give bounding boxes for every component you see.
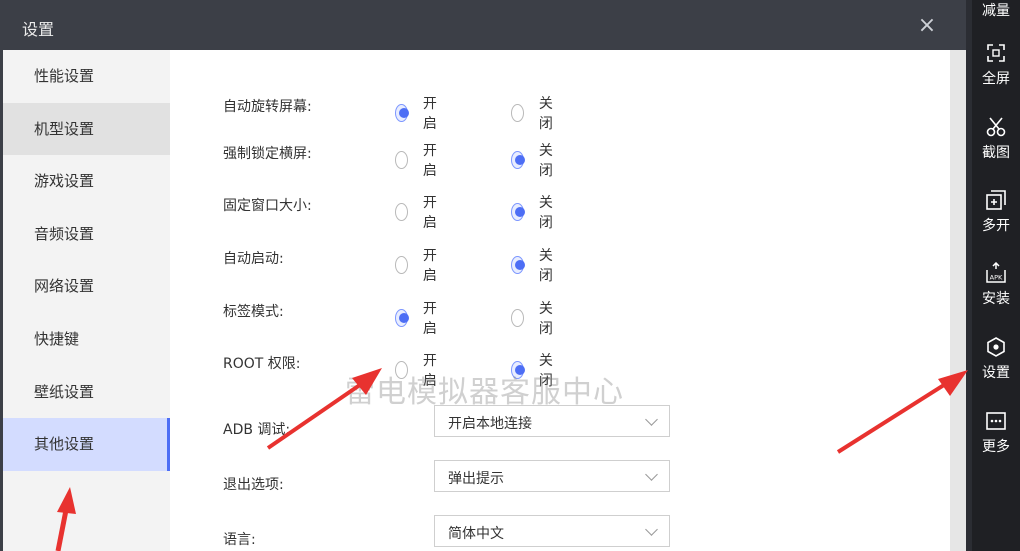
adb-debug-select[interactable]: 开启本地连接 bbox=[434, 405, 670, 437]
radio-off-circle[interactable] bbox=[511, 151, 525, 169]
radio-on[interactable]: 开启 bbox=[395, 298, 442, 338]
radio-off[interactable]: 关闭 bbox=[511, 93, 558, 133]
radio-on-label: 开启 bbox=[422, 96, 437, 132]
radio-on-label: 开启 bbox=[422, 301, 437, 337]
radio-off-label: 关闭 bbox=[538, 301, 553, 337]
sidebar-item-wallpaper[interactable]: 壁纸设置 bbox=[3, 366, 170, 419]
toolbar-volume-down[interactable]: 减量 bbox=[972, 0, 1020, 20]
sidebar-item-other[interactable]: 其他设置 bbox=[3, 418, 170, 471]
settings-dialog: 设置 × 性能设置 机型设置 游戏设置 音频设置 网络设置 快捷键 壁纸设置 其… bbox=[0, 0, 966, 551]
setting-label: 自动启动: bbox=[223, 251, 284, 267]
radio-on-circle[interactable] bbox=[395, 309, 409, 327]
chevron-down-icon bbox=[645, 468, 658, 481]
sidebar-item-audio[interactable]: 音频设置 bbox=[3, 208, 170, 261]
radio-off-circle[interactable] bbox=[511, 309, 524, 327]
radio-on-label: 开启 bbox=[422, 248, 437, 284]
toolbar-label: 减量 bbox=[982, 3, 1010, 19]
radio-on-label: 开启 bbox=[422, 195, 437, 231]
toolbar-more[interactable]: 更多 bbox=[972, 410, 1020, 456]
setting-label: 自动旋转屏幕: bbox=[223, 99, 312, 115]
sidebar-item-device-model[interactable]: 机型设置 bbox=[3, 102, 170, 156]
settings-content: 自动旋转屏幕: 开启 关闭 强制锁定横屏: 开启 关闭 固定窗口大小: 开启 关… bbox=[170, 50, 950, 551]
radio-off[interactable]: 关闭 bbox=[511, 298, 558, 338]
setting-label: ADB 调试: bbox=[223, 422, 291, 438]
radio-on[interactable]: 开启 bbox=[395, 140, 442, 180]
radio-on[interactable]: 开启 bbox=[395, 93, 442, 133]
sidebar-item-performance[interactable]: 性能设置 bbox=[3, 50, 170, 103]
radio-off[interactable]: 关闭 bbox=[511, 245, 558, 285]
dialog-titlebar[interactable]: 设置 × bbox=[0, 0, 966, 50]
sidebar-item-network[interactable]: 网络设置 bbox=[3, 260, 170, 313]
radio-off-label: 关闭 bbox=[538, 143, 553, 179]
fullscreen-icon bbox=[987, 44, 1005, 62]
svg-text:APK: APK bbox=[990, 274, 1003, 282]
setting-label: ROOT 权限: bbox=[223, 356, 301, 372]
radio-off-circle[interactable] bbox=[511, 256, 525, 274]
toolbar-label: 全屏 bbox=[982, 71, 1010, 87]
radio-on[interactable]: 开启 bbox=[395, 192, 442, 232]
right-toolbar: 减量 全屏 截图 多开 APK 安装 设置 更多 bbox=[972, 0, 1020, 551]
more-icon bbox=[986, 412, 1006, 430]
radio-off-circle[interactable] bbox=[511, 203, 525, 221]
radio-off-label: 关闭 bbox=[538, 195, 553, 231]
setting-label: 语言: bbox=[223, 532, 256, 548]
language-select[interactable]: 简体中文 bbox=[434, 515, 670, 547]
setting-label: 固定窗口大小: bbox=[223, 198, 312, 214]
toolbar-label: 多开 bbox=[982, 218, 1010, 234]
setting-label: 退出选项: bbox=[223, 477, 284, 493]
radio-on-circle[interactable] bbox=[395, 256, 408, 274]
radio-off-label: 关闭 bbox=[538, 96, 553, 132]
sidebar-item-shortcuts[interactable]: 快捷键 bbox=[3, 313, 170, 366]
toolbar-label: 截图 bbox=[982, 145, 1010, 161]
radio-on[interactable]: 开启 bbox=[395, 245, 442, 285]
select-value: 开启本地连接 bbox=[448, 416, 532, 432]
dialog-title: 设置 bbox=[22, 20, 55, 39]
toolbar-label: 设置 bbox=[982, 365, 1010, 381]
settings-sidebar: 性能设置 机型设置 游戏设置 音频设置 网络设置 快捷键 壁纸设置 其他设置 bbox=[0, 50, 170, 551]
setting-label: 标签模式: bbox=[223, 304, 284, 320]
radio-off-label: 关闭 bbox=[538, 248, 553, 284]
radio-off[interactable]: 关闭 bbox=[511, 140, 558, 180]
select-value: 弹出提示 bbox=[448, 471, 504, 487]
toolbar-settings[interactable]: 设置 bbox=[972, 336, 1020, 382]
scissors-icon bbox=[986, 117, 1006, 137]
exit-option-select[interactable]: 弹出提示 bbox=[434, 460, 670, 492]
toolbar-label: 更多 bbox=[982, 439, 1010, 455]
setting-label: 强制锁定横屏: bbox=[223, 146, 312, 162]
select-value: 简体中文 bbox=[448, 526, 504, 542]
radio-off-circle[interactable] bbox=[511, 104, 524, 122]
radio-on-circle[interactable] bbox=[395, 151, 408, 169]
chevron-down-icon bbox=[645, 523, 658, 536]
toolbar-fullscreen[interactable]: 全屏 bbox=[972, 42, 1020, 88]
toolbar-label: 安装 bbox=[982, 291, 1010, 307]
sidebar-item-game[interactable]: 游戏设置 bbox=[3, 155, 170, 208]
radio-on-circle[interactable] bbox=[395, 104, 409, 122]
multi-instance-icon bbox=[986, 190, 1006, 210]
radio-off[interactable]: 关闭 bbox=[511, 192, 558, 232]
chevron-down-icon bbox=[645, 413, 658, 426]
toolbar-screenshot[interactable]: 截图 bbox=[972, 116, 1020, 162]
apk-install-icon: APK bbox=[986, 262, 1006, 283]
settings-icon bbox=[987, 337, 1005, 357]
radio-on-label: 开启 bbox=[422, 143, 437, 179]
toolbar-install-apk[interactable]: APK 安装 bbox=[972, 262, 1020, 308]
close-icon[interactable]: × bbox=[914, 14, 940, 38]
content-scrollbar[interactable] bbox=[950, 50, 966, 551]
radio-on-circle[interactable] bbox=[395, 203, 408, 221]
toolbar-multi-instance[interactable]: 多开 bbox=[972, 189, 1020, 235]
